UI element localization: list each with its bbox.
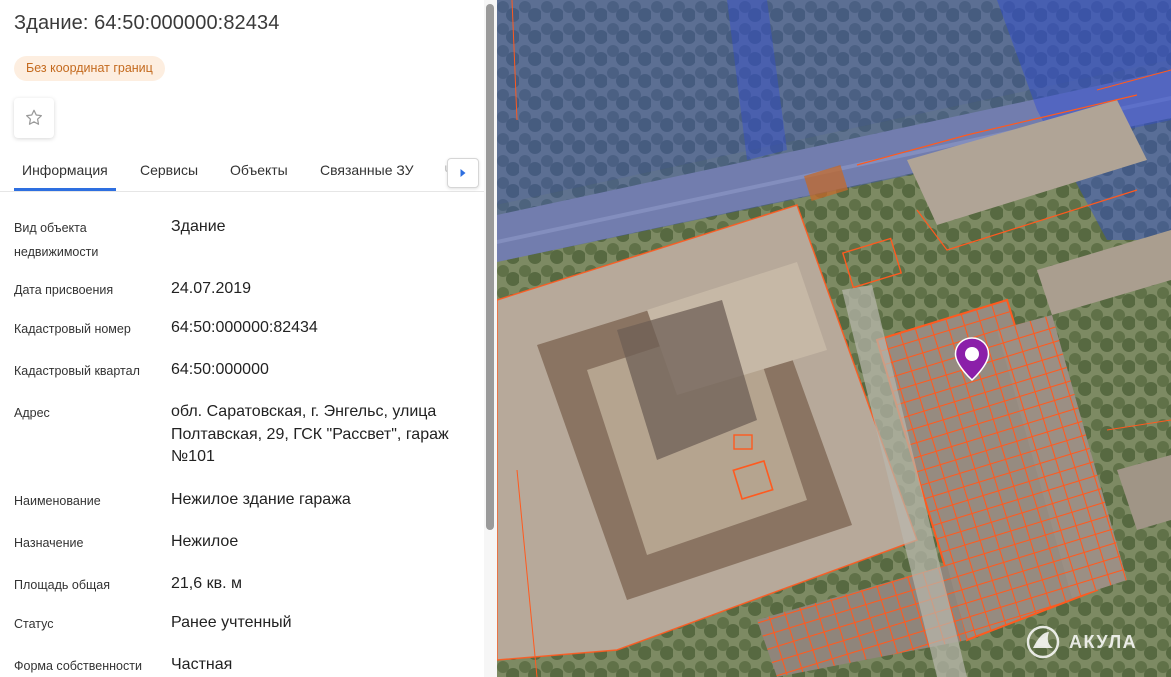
info-value[interactable]: 64:50:000000:82434	[171, 317, 481, 340]
info-value: Нежилое здание гаража	[171, 491, 351, 508]
info-label: Дата присвоения	[14, 283, 114, 297]
info-label: Кадастровый квартал	[14, 364, 140, 378]
star-outline-icon	[26, 109, 42, 125]
tab-objects[interactable]: Объекты	[230, 162, 288, 178]
info-value: Частная	[171, 656, 233, 673]
info-label: Адрес	[14, 406, 50, 420]
info-value: 21,6 кв. м	[171, 575, 242, 592]
info-label: Наименование	[14, 494, 101, 508]
satellite-map	[497, 0, 1171, 677]
info-value[interactable]: 64:50:000000	[171, 359, 481, 382]
map-pin-icon[interactable]	[953, 336, 991, 382]
map-logo: АКУЛА	[1025, 622, 1137, 662]
tab-scroll-right-button[interactable]	[447, 158, 479, 188]
page-title: Здание: 64:50:000000:82434	[14, 12, 280, 34]
info-value: Нежилое	[171, 533, 239, 550]
info-label: Форма собственности	[14, 659, 142, 673]
info-label: Кадастровый номер	[14, 322, 131, 336]
tab-services[interactable]: Сервисы	[140, 162, 198, 178]
favorite-button[interactable]	[14, 98, 54, 138]
map-logo-text: АКУЛА	[1069, 631, 1138, 652]
chevron-right-icon	[460, 169, 466, 177]
object-info-panel: Здание: 64:50:000000:82434 Без координат…	[0, 0, 497, 677]
info-label: Статус	[14, 617, 54, 631]
active-tab-indicator	[14, 188, 116, 191]
info-value: обл. Саратовская, г. Энгельс, улица Полт…	[171, 403, 449, 465]
info-label: Назначение	[14, 536, 84, 550]
info-value: 24.07.2019	[171, 280, 252, 297]
info-label: Площадь общая	[14, 578, 111, 592]
tab-information[interactable]: Информация	[22, 162, 108, 178]
tab-bar: Информация Сервисы Объекты Связанные ЗУ …	[0, 150, 497, 192]
info-label: Вид объекта недвижимости	[14, 221, 99, 259]
tab-related-parcels[interactable]: Связанные ЗУ	[320, 162, 414, 178]
info-value: Ранее учтенный	[171, 614, 292, 631]
map-view[interactable]: АКУЛА	[497, 0, 1171, 677]
panel-scrollbar[interactable]	[484, 0, 497, 677]
status-badge: Без координат границ	[14, 56, 165, 81]
info-value: Здание	[171, 218, 226, 235]
scrollbar-thumb[interactable]	[486, 4, 494, 530]
akula-logo-icon	[1026, 625, 1060, 659]
